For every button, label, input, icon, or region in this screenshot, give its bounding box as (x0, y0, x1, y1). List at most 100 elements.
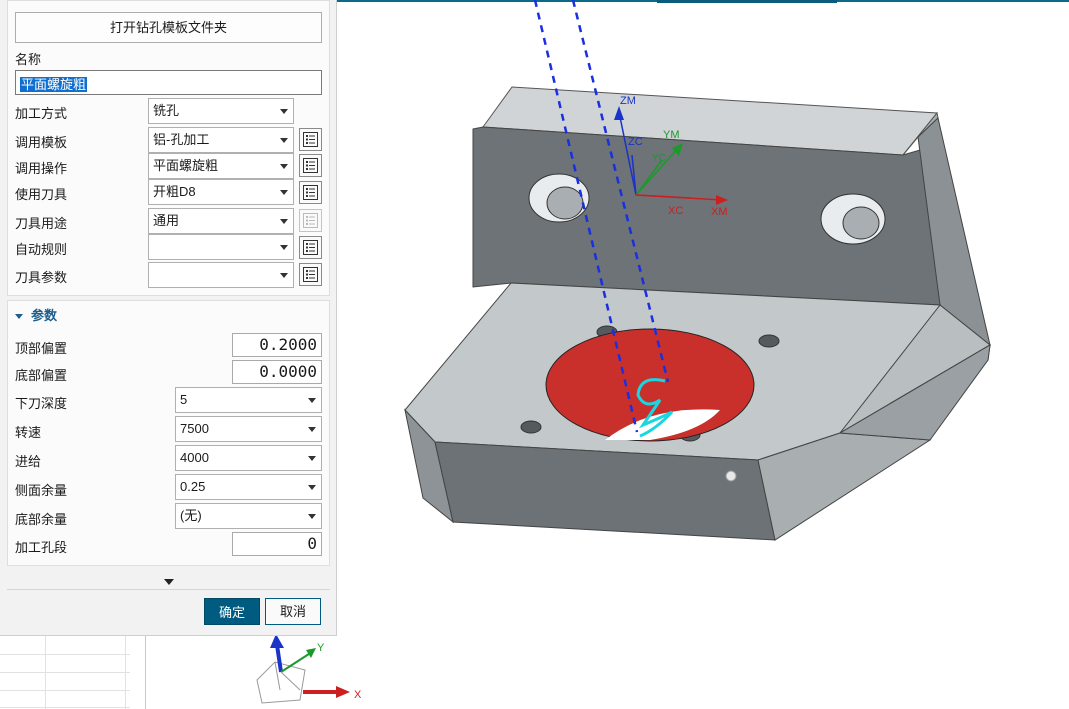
open-template-folder-button[interactable]: 打开钻孔模板文件夹 (15, 12, 322, 43)
dropdown-arrow-icon (308, 427, 316, 432)
call-operation-list-button[interactable] (299, 154, 322, 177)
dropdown-arrow-icon (308, 456, 316, 461)
floor-stock-dropdown[interactable]: (无) (175, 503, 322, 529)
triad-x-axis (280, 671, 301, 691)
list-icon (303, 158, 318, 173)
dropdown-value: (无) (180, 508, 202, 523)
grid-line (125, 636, 126, 709)
parameters-header-label: 参数 (31, 308, 58, 323)
small-hole-3 (520, 420, 542, 434)
grid-line (145, 636, 146, 709)
dropdown-arrow-icon (280, 138, 288, 143)
machining-method-dropdown[interactable]: 铣孔 (148, 98, 294, 124)
tool-usage-list-button (299, 209, 322, 232)
parameters-header[interactable]: 参数 (15, 305, 57, 323)
grid-line (0, 707, 130, 708)
list-icon (303, 213, 318, 228)
yc-label: YC (652, 153, 666, 164)
bottom-offset-label: 底部偏置 (15, 368, 68, 383)
tool-params-dropdown[interactable] (148, 262, 294, 288)
triad-y-arrow (306, 648, 316, 658)
top-offset-label: 顶部偏置 (15, 341, 68, 356)
auto-rule-list-button[interactable] (299, 236, 322, 259)
bottom-offset-field[interactable]: 0.0000 (232, 360, 322, 384)
call-template-dropdown[interactable]: 铝-孔加工 (148, 127, 294, 153)
zm-label: ZM (620, 95, 636, 107)
dropdown-arrow-icon (280, 245, 288, 250)
dropdown-arrow-icon (280, 190, 288, 195)
auto-rule-dropdown[interactable] (148, 234, 294, 260)
spindle-speed-label: 转速 (15, 425, 42, 440)
dropdown-arrow-icon (308, 398, 316, 403)
use-tool-label: 使用刀具 (15, 187, 68, 202)
counterbore-hole-left-inner (546, 186, 584, 220)
tool-usage-dropdown[interactable]: 通用 (148, 208, 294, 234)
machining-method-label: 加工方式 (15, 106, 68, 121)
auto-rule-label: 自动规则 (15, 242, 68, 257)
top-offset-field[interactable]: 0.2000 (232, 333, 322, 357)
floor-stock-label: 底部余量 (15, 512, 68, 527)
list-icon (303, 132, 318, 147)
use-tool-list-button[interactable] (299, 181, 322, 204)
ym-label: YM (663, 129, 680, 141)
drill-template-dialog: 打开钻孔模板文件夹 名称 平面螺旋粗 加工方式 铣孔 调用模板 铝-孔加工 调用… (0, 0, 337, 636)
feed-label: 进给 (15, 454, 42, 469)
triad-y-label: Y (317, 642, 325, 654)
call-operation-dropdown[interactable]: 平面螺旋粗 (148, 153, 294, 179)
dropdown-arrow-icon (308, 514, 316, 519)
dropdown-value: 5 (180, 392, 188, 407)
grid-line (45, 636, 46, 709)
side-hole-dot (725, 470, 737, 482)
navigator-grid (0, 636, 150, 709)
list-icon (303, 185, 318, 200)
plunge-depth-dropdown[interactable]: 5 (175, 387, 322, 413)
dropdown-value: 通用 (153, 213, 180, 228)
expand-more-icon[interactable] (164, 579, 174, 585)
cancel-button[interactable]: 取消 (265, 598, 321, 625)
counterbore-hole-right-inner (842, 206, 880, 240)
list-icon (303, 240, 318, 255)
grid-line (0, 690, 130, 691)
dropdown-value: 铝-孔加工 (153, 132, 210, 147)
triad-z-axis (275, 644, 283, 673)
spindle-speed-dropdown[interactable]: 7500 (175, 416, 322, 442)
call-operation-label: 调用操作 (15, 161, 68, 176)
triad-x-arrow (336, 686, 350, 698)
xm-label: XM (711, 206, 728, 218)
dropdown-arrow-icon (280, 219, 288, 224)
dropdown-value: 0.25 (180, 479, 206, 494)
hole-segment-label: 加工孔段 (15, 540, 68, 555)
tool-params-label: 刀具参数 (15, 270, 68, 285)
list-icon (303, 267, 318, 282)
zc-label: ZC (628, 136, 643, 148)
triad-x-label: X (354, 689, 362, 701)
ok-button[interactable]: 确定 (204, 598, 260, 625)
name-label: 名称 (15, 52, 42, 67)
name-input[interactable]: 平面螺旋粗 (15, 70, 322, 95)
hole-segment-field[interactable]: 0 (232, 532, 322, 556)
dropdown-value: 7500 (180, 421, 209, 436)
side-stock-label: 侧面余量 (15, 483, 68, 498)
dropdown-value: 铣孔 (153, 103, 180, 118)
dropdown-value: 4000 (180, 450, 209, 465)
grid-line (0, 654, 130, 655)
small-hole-2 (758, 334, 780, 348)
side-stock-dropdown[interactable]: 0.25 (175, 474, 322, 500)
dropdown-arrow-icon (280, 109, 288, 114)
dropdown-arrow-icon (280, 273, 288, 278)
call-template-label: 调用模板 (15, 135, 68, 150)
name-input-value: 平面螺旋粗 (20, 77, 88, 92)
dropdown-value: 开粗D8 (153, 184, 196, 199)
collapse-triangle-icon (15, 314, 23, 320)
grid-line (0, 672, 130, 673)
triad-y-axis (280, 651, 313, 673)
feed-dropdown[interactable]: 4000 (175, 445, 322, 471)
call-template-list-button[interactable] (299, 128, 322, 151)
tool-params-list-button[interactable] (299, 263, 322, 286)
use-tool-dropdown[interactable]: 开粗D8 (148, 179, 294, 205)
tool-usage-label: 刀具用途 (15, 216, 68, 231)
dropdown-arrow-icon (280, 164, 288, 169)
triad-z-arrow (270, 634, 284, 648)
dropdown-value: 平面螺旋粗 (153, 158, 219, 173)
footer-divider (7, 589, 330, 590)
